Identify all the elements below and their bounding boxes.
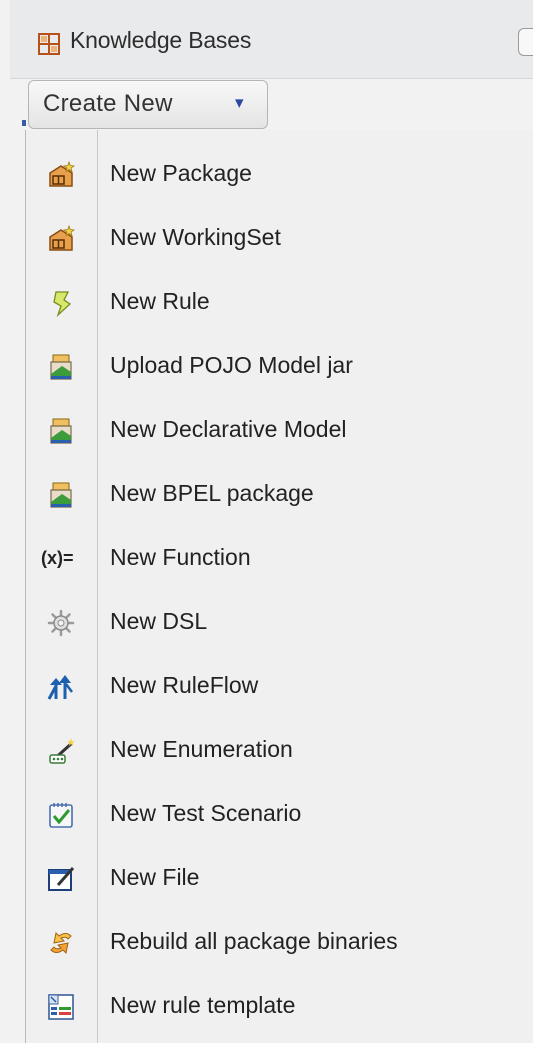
menu-item-new-rule-template[interactable]: New rule template (26, 976, 533, 1036)
test-scenario-icon (49, 803, 73, 828)
menu-item-new-package[interactable]: New Package (26, 144, 533, 204)
rule-icon (53, 291, 72, 318)
model-icon (50, 354, 72, 380)
menu-item-label: New Rule (110, 288, 210, 314)
menu-item-new-bpel-package[interactable]: New BPEL package (26, 464, 533, 524)
menu-item-label: New DSL (110, 608, 208, 634)
grid-icon (38, 33, 60, 55)
menu-item-label: New WorkingSet (110, 224, 281, 250)
create-new-label: Create New (43, 90, 173, 117)
package-icon (49, 160, 76, 187)
panel-title: Knowledge Bases (70, 27, 252, 53)
package-icon (49, 224, 76, 251)
menu-item-label: Upload POJO Model jar (110, 352, 353, 378)
focus-marker (22, 120, 26, 126)
function-icon: (x)= (41, 548, 74, 568)
model-icon (50, 482, 72, 508)
menu-item-label: New File (110, 864, 200, 890)
menu-item-label: New Test Scenario (110, 800, 302, 826)
create-new-button[interactable]: Create New ▾ (28, 80, 268, 129)
menu-item-new-file[interactable]: New File (26, 848, 533, 908)
menu-item-new-rule[interactable]: New Rule (26, 272, 533, 332)
gear-icon (47, 609, 75, 637)
menu-item-rebuild-all-package-binaries[interactable]: Rebuild all package binaries (26, 912, 533, 972)
menu-item-label: Rebuild all package binaries (110, 928, 398, 954)
menu-item-new-enumeration[interactable]: New Enumeration (26, 720, 533, 780)
menu-item-new-function[interactable]: (x)= New Function (26, 528, 533, 588)
menu-item-label: New RuleFlow (110, 672, 259, 698)
panel-header: Knowledge Bases (10, 0, 533, 79)
menu-item-new-test-scenario[interactable]: New Test Scenario (26, 784, 533, 844)
menu-item-new-dsl[interactable]: New DSL (26, 592, 533, 652)
menu-item-upload-pojo-model-jar[interactable]: Upload POJO Model jar (26, 336, 533, 396)
file-icon (48, 867, 75, 891)
menu-item-label: New BPEL package (110, 480, 314, 506)
menu-item-label: New Package (110, 160, 252, 186)
collapse-button[interactable] (518, 28, 533, 56)
model-icon (50, 418, 72, 444)
rebuild-icon (50, 931, 72, 955)
menu-item-label: New Declarative Model (110, 416, 347, 442)
menu-item-new-ruleflow[interactable]: New RuleFlow (26, 656, 533, 716)
template-icon (48, 994, 74, 1020)
enumeration-icon (49, 738, 75, 764)
menu-item-new-declarative-model[interactable]: New Declarative Model (26, 400, 533, 460)
menu-item-label: New rule template (110, 992, 296, 1018)
menu-item-new-workingset[interactable]: New WorkingSet (26, 208, 533, 268)
menu-item-label: New Enumeration (110, 736, 293, 762)
create-new-menu: New Package New WorkingSet New Rule Uplo… (25, 130, 533, 1043)
chevron-down-icon: ▾ (235, 93, 244, 112)
ruleflow-icon (47, 675, 73, 700)
menu-item-label: New Function (110, 544, 251, 570)
